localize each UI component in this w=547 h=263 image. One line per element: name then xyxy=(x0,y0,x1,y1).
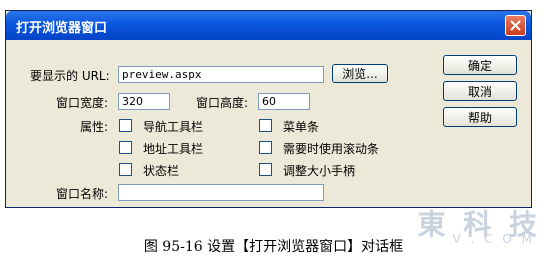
window-width-input[interactable]: 320 xyxy=(118,93,170,110)
help-button[interactable]: 帮助 xyxy=(443,107,517,127)
cancel-button[interactable]: 取消 xyxy=(443,81,517,101)
window-name-input[interactable] xyxy=(118,184,324,201)
checkbox-label-scrollbars: 需要时使用滚动条 xyxy=(283,142,380,156)
checkbox-menu-bar[interactable] xyxy=(259,119,272,132)
checkbox-location-toolbar[interactable] xyxy=(119,141,132,154)
title-bar[interactable]: 打开浏览器窗口 xyxy=(6,11,531,40)
dialog-title: 打开浏览器窗口 xyxy=(16,21,108,36)
window-width-label: 窗口宽度: xyxy=(56,96,109,110)
ok-button[interactable]: 确定 xyxy=(443,55,517,75)
checkbox-status-bar[interactable] xyxy=(119,163,132,176)
close-icon xyxy=(510,20,521,31)
window-name-label: 窗口名称: xyxy=(56,187,109,201)
close-button[interactable] xyxy=(505,15,526,36)
checkbox-label-navigation-toolbar: 导航工具栏 xyxy=(143,120,204,134)
checkbox-resize-handles[interactable] xyxy=(259,163,272,176)
url-input[interactable]: preview.aspx xyxy=(118,66,324,83)
checkbox-scrollbars[interactable] xyxy=(259,141,272,154)
checkbox-navigation-toolbar[interactable] xyxy=(119,119,132,132)
checkbox-label-status-bar: 状态栏 xyxy=(143,164,180,178)
window-height-input[interactable]: 60 xyxy=(258,93,310,110)
browse-button[interactable]: 浏览... xyxy=(332,64,388,83)
figure-caption: 图 95-16 设置【打开浏览器窗口】对话框 xyxy=(143,239,404,255)
dialog-window: 打开浏览器窗口 要显示的 URL: preview.aspx 浏览... 窗口宽… xyxy=(5,10,532,208)
window-height-label: 窗口高度: xyxy=(196,96,249,110)
checkbox-label-location-toolbar: 地址工具栏 xyxy=(143,142,204,156)
attributes-label: 属性: xyxy=(80,120,109,134)
checkbox-label-resize-handles: 调整大小手柄 xyxy=(283,164,356,178)
url-label: 要显示的 URL: xyxy=(30,69,110,83)
checkbox-label-menu-bar: 菜单条 xyxy=(283,120,320,134)
